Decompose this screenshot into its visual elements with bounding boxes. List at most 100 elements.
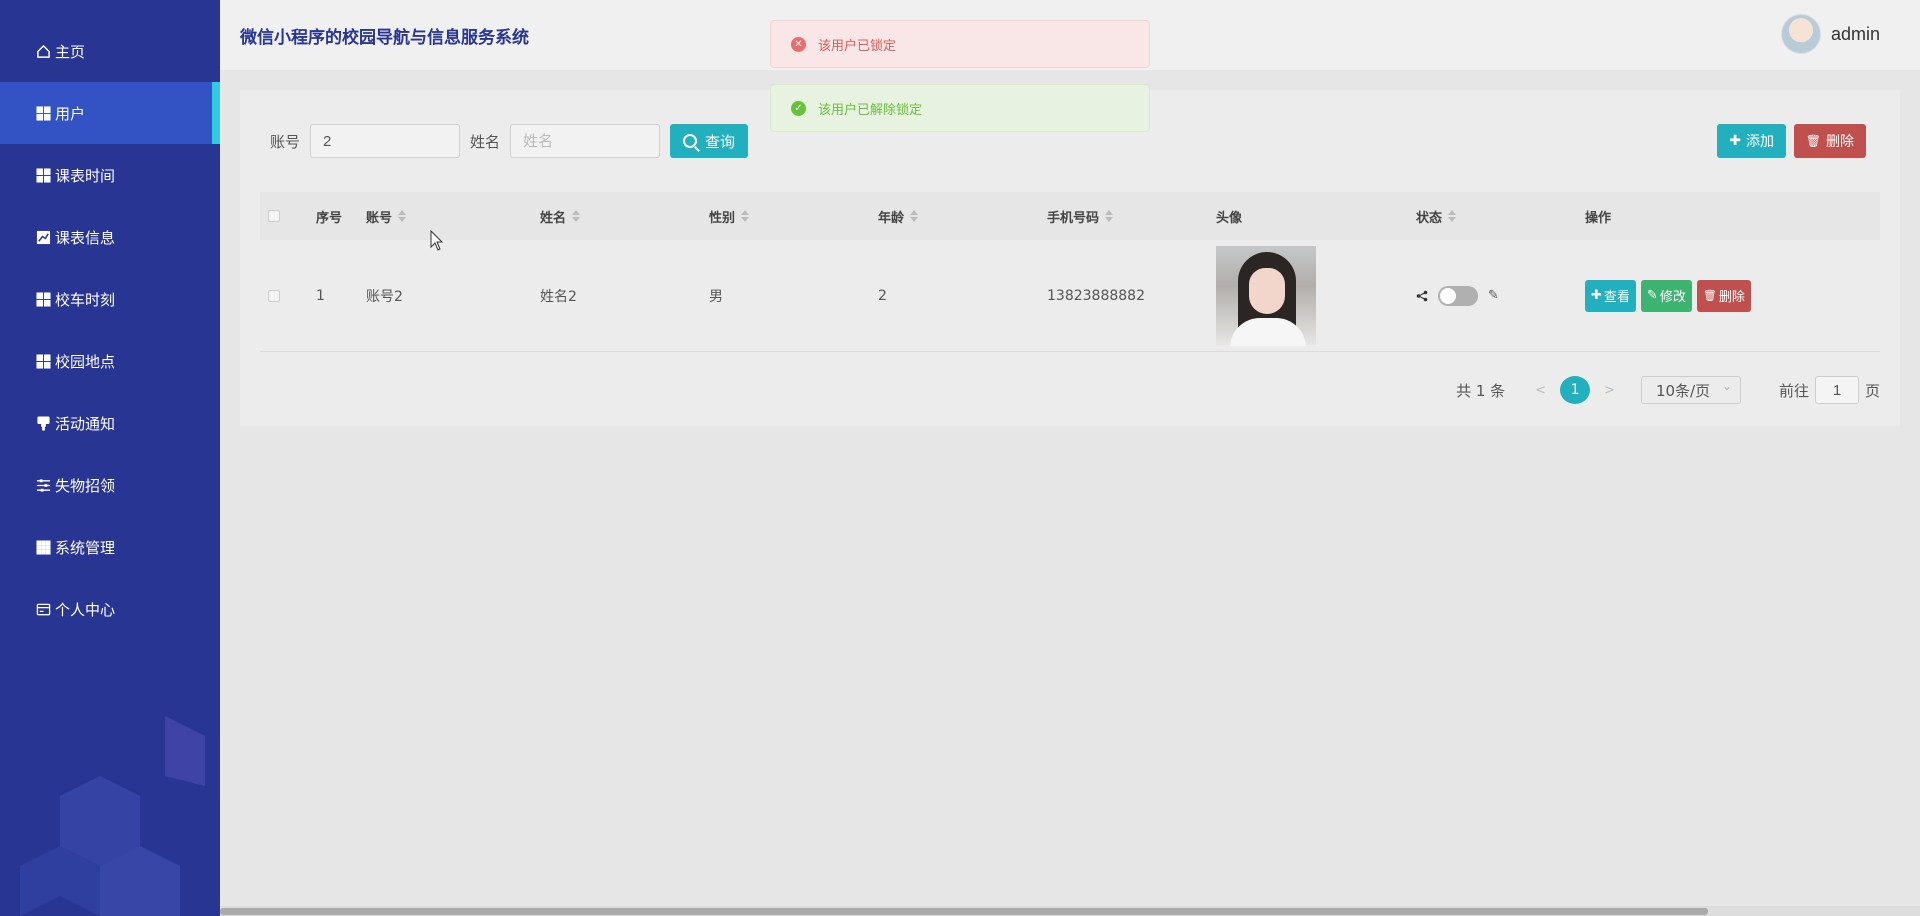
select-all-checkbox[interactable] [268, 210, 280, 222]
sort-icon[interactable] [910, 210, 919, 222]
toast-success-text: 该用户已解除锁定 [818, 102, 923, 118]
header-status-label: 状态 [1416, 210, 1443, 226]
row-delete-button[interactable]: 🗑 删除 [1696, 279, 1751, 312]
lock-toggle[interactable] [1438, 285, 1478, 306]
add-button[interactable]: ✚ 添加 [1717, 124, 1786, 158]
table-row: 1 账号2 姓名2 男 2 13823888882 ✎ ✚ 查看 ✎ 修改 🗑 … [260, 240, 1880, 352]
sidebar-item-label: 用户 [55, 104, 86, 123]
grid-icon [34, 104, 52, 122]
sort-icon[interactable] [741, 210, 750, 222]
sidebar-item-label: 课表时间 [55, 166, 116, 185]
sidebar-decoration [20, 716, 205, 916]
header-index: 序号 [316, 207, 366, 226]
goto-label: 前往 [1778, 381, 1809, 400]
name-input[interactable] [510, 124, 661, 158]
sidebar: 主页 用户 课表时间 课表信息 校车时刻 校园地点 活动通知 失物招领 系统管理… [0, 0, 220, 916]
sidebar-item-schedule-info[interactable]: 课表信息 [0, 206, 220, 268]
header-ops-label: 操作 [1585, 210, 1612, 226]
sort-icon[interactable] [398, 210, 407, 222]
query-button-label: 查询 [705, 133, 736, 151]
row-delete-button-label: 删除 [1718, 290, 1745, 305]
header-age[interactable]: 年龄 [878, 207, 1047, 226]
horizontal-scrollbar[interactable] [220, 906, 1920, 916]
cell-account: 账号2 [366, 288, 403, 305]
view-button-label: 查看 [1603, 290, 1630, 305]
header-phone-label: 手机号码 [1047, 210, 1100, 226]
cell-index: 1 [316, 287, 325, 304]
row-select-cell [260, 289, 316, 302]
sidebar-item-label: 课表信息 [55, 228, 116, 247]
sidebar-item-users[interactable]: 用户 [0, 82, 220, 144]
sidebar-item-label: 校园地点 [55, 352, 116, 371]
card-icon [34, 600, 52, 618]
row-checkbox[interactable] [268, 289, 280, 302]
edit-button[interactable]: ✎ 修改 [1640, 279, 1692, 312]
query-button[interactable]: 查询 [670, 124, 749, 158]
sidebar-item-label: 校车时刻 [55, 290, 116, 309]
home-icon [34, 42, 52, 60]
line-chart-icon [34, 228, 52, 246]
header-avatar-label: 头像 [1216, 210, 1243, 226]
sidebar-item-label: 失物招领 [55, 476, 116, 495]
cell-status: ✎ [1416, 285, 1585, 306]
user-menu[interactable]: admin [1780, 14, 1880, 54]
header-status[interactable]: 状态 [1416, 207, 1585, 226]
sort-icon[interactable] [1448, 210, 1457, 222]
select-all-cell [260, 210, 316, 222]
cell-ops: ✚ 查看 ✎ 修改 🗑 删除 [1585, 279, 1785, 312]
sliders-icon [34, 476, 52, 494]
add-button-label: 添加 [1746, 134, 1774, 150]
account-input[interactable] [310, 124, 461, 158]
sort-icon[interactable] [1105, 210, 1114, 222]
username: admin [1830, 23, 1880, 44]
sidebar-item-home[interactable]: 主页 [0, 20, 220, 82]
header-account[interactable]: 账号 [366, 207, 540, 226]
main-panel: 账号 姓名 查询 ✚ 添加 🗑 删除 序号 账号 姓名 性别 年龄 手机号码 头… [240, 90, 1900, 426]
pagination: 共 1 条 < 1 > 10条/页 前往 页 [1456, 376, 1880, 404]
page-unit-label: 页 [1864, 381, 1880, 400]
sort-icon[interactable] [572, 210, 581, 222]
table-header: 序号 账号 姓名 性别 年龄 手机号码 头像 状态 操作 [260, 192, 1880, 240]
sidebar-item-schedule-time[interactable]: 课表时间 [0, 144, 220, 206]
pin-icon [34, 414, 52, 432]
sidebar-item-campus-places[interactable]: 校园地点 [0, 330, 220, 392]
error-icon: ✕ [791, 36, 806, 52]
view-button[interactable]: ✚ 查看 [1585, 279, 1636, 312]
header-phone[interactable]: 手机号码 [1047, 207, 1216, 226]
share-icon[interactable] [1416, 290, 1428, 302]
sidebar-item-label: 个人中心 [55, 600, 116, 619]
avatar[interactable] [1780, 14, 1821, 54]
cell-avatar [1216, 245, 1416, 346]
trash-icon: 🗑 [1805, 134, 1821, 148]
edit-button-label: 修改 [1659, 290, 1686, 305]
sidebar-item-activity-notices[interactable]: 活动通知 [0, 392, 220, 454]
sidebar-item-label: 活动通知 [55, 414, 116, 433]
pagination-total: 共 1 条 [1456, 381, 1506, 400]
sidebar-item-system-management[interactable]: 系统管理 [0, 516, 220, 578]
goto-page-input[interactable] [1814, 376, 1859, 404]
user-photo[interactable] [1216, 245, 1316, 346]
header-age-label: 年龄 [878, 210, 905, 226]
sidebar-item-personal-center[interactable]: 个人中心 [0, 578, 220, 640]
header-gender[interactable]: 性别 [709, 207, 878, 226]
next-page-button[interactable]: > [1604, 383, 1615, 398]
grid-icon [34, 352, 52, 370]
header-name[interactable]: 姓名 [540, 207, 709, 226]
header-gender-label: 性别 [709, 210, 736, 226]
toast-success: ✓ 该用户已解除锁定 [770, 84, 1150, 132]
header-ops: 操作 [1585, 207, 1785, 226]
scrollbar-thumb[interactable] [220, 908, 1708, 915]
search-icon [683, 134, 698, 148]
prev-page-button[interactable]: < [1535, 383, 1546, 398]
sidebar-item-label: 主页 [55, 42, 86, 61]
grid-icon [34, 166, 52, 184]
account-label: 账号 [270, 132, 301, 151]
delete-button[interactable]: 🗑 删除 [1793, 124, 1866, 158]
toast-error: ✕ 该用户已锁定 [770, 20, 1150, 68]
sidebar-item-bus-times[interactable]: 校车时刻 [0, 268, 220, 330]
page-size-select[interactable]: 10条/页 [1640, 376, 1741, 404]
edit-icon[interactable]: ✎ [1488, 288, 1499, 303]
check-icon: ✓ [791, 100, 806, 116]
page-number-current[interactable]: 1 [1560, 376, 1591, 404]
sidebar-item-lost-found[interactable]: 失物招领 [0, 454, 220, 516]
